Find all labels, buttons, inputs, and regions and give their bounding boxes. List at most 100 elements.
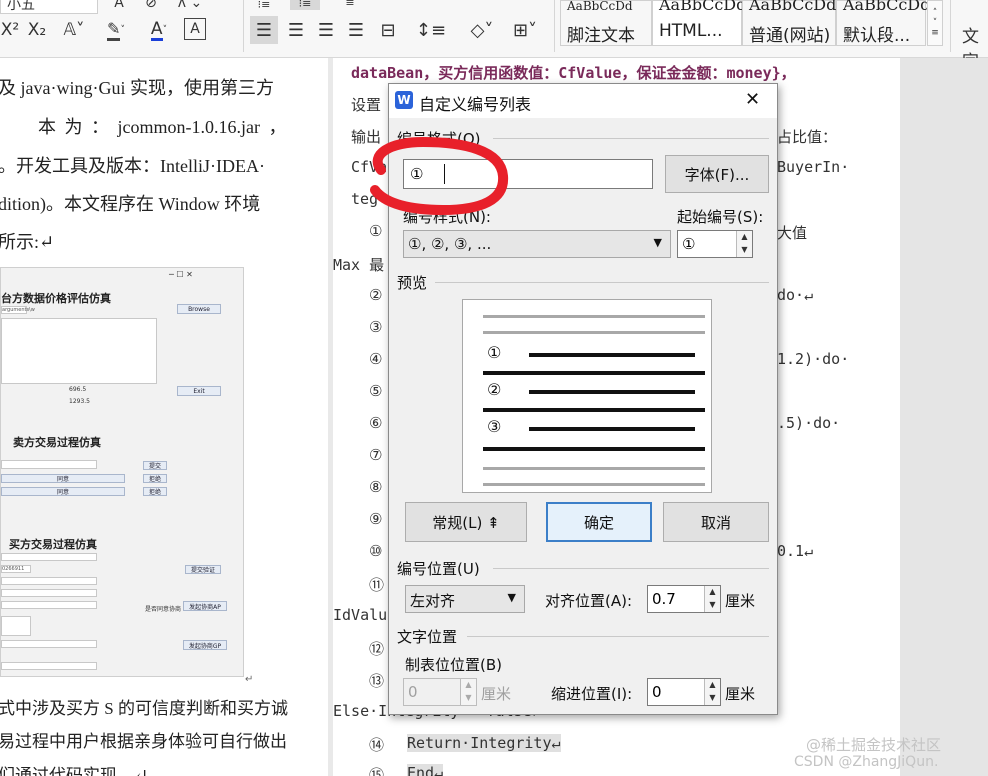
shrink-font-icon[interactable]: ʌ ⌄ bbox=[170, 0, 210, 12]
text-cursor bbox=[444, 164, 445, 184]
embedded-label: 是否同意协商 bbox=[145, 606, 182, 613]
tab-stop-spinner[interactable]: 0 ▲ ▼ bbox=[403, 678, 477, 706]
start-at-spinner[interactable]: ① ▲ ▼ bbox=[677, 230, 753, 258]
code-fragment: BuyerIn· bbox=[777, 158, 850, 176]
subscript-label: X₂ bbox=[27, 20, 47, 40]
highlight-icon: ✎ bbox=[107, 19, 121, 41]
group-divider bbox=[435, 282, 769, 283]
text-effect-button[interactable]: 𝔸˅ bbox=[56, 18, 92, 42]
embedded-field bbox=[1, 662, 97, 670]
dialog-title: 自定义编号列表 bbox=[419, 95, 532, 114]
line-spacing-icon[interactable]: ↕≡ bbox=[414, 16, 448, 44]
embedded-field bbox=[1, 553, 97, 561]
code-line: teg bbox=[351, 190, 379, 208]
page-background bbox=[900, 58, 988, 776]
distribute-icon[interactable]: ⊟ bbox=[374, 16, 402, 44]
chevron-down-icon: ▼ bbox=[653, 236, 662, 249]
code-line: Return·Integrity↵ bbox=[407, 734, 561, 752]
normal-button[interactable]: 常规(L) ⇞ bbox=[405, 502, 527, 542]
embedded-title-3: 买方交易过程仿真 bbox=[9, 538, 97, 551]
group-divider bbox=[467, 636, 769, 637]
superscript-button[interactable]: X² bbox=[0, 18, 20, 42]
embedded-agree-bar: 同意 bbox=[1, 474, 125, 483]
spinner-arrows-icon[interactable]: ▲ ▼ bbox=[704, 679, 720, 705]
doc-line: 及 java·wing·Gui 实现，使用第三方 bbox=[0, 78, 274, 98]
style-preview: AaBbCcDd bbox=[749, 0, 837, 14]
start-at-label: 起始编号(S): bbox=[677, 208, 764, 226]
preview-line bbox=[483, 315, 705, 318]
preview-line bbox=[483, 331, 705, 334]
clear-format-icon[interactable]: ⊘ bbox=[140, 0, 162, 12]
font-size-select[interactable]: 小五 bbox=[0, 0, 98, 14]
list-number: ⑦ bbox=[369, 446, 383, 464]
preview-line bbox=[483, 371, 705, 375]
indent-label: 缩进位置(I): bbox=[551, 685, 633, 703]
style-footnote[interactable]: AaBbCcDd 脚注文本 bbox=[560, 0, 652, 46]
style-preview: AaBbCcDd bbox=[567, 0, 633, 13]
number-format-value: ① bbox=[410, 165, 424, 183]
list-number: ⑩ bbox=[369, 542, 383, 560]
code-line: End↵ bbox=[407, 764, 444, 776]
numbering-icon[interactable]: ⁝≡ bbox=[290, 0, 320, 10]
group-divider bbox=[493, 138, 769, 139]
doc-line: 本 为 ： jcommon-1.0.16.jar ， bbox=[38, 117, 287, 137]
justify-icon[interactable]: ☰ bbox=[344, 16, 368, 44]
alignment-select[interactable]: 左对齐 ▼ bbox=[405, 585, 525, 613]
subscript-button[interactable]: X₂ bbox=[24, 18, 50, 42]
style-preview: AaBbCcDd bbox=[659, 0, 747, 14]
tab-unit-label: 厘米 bbox=[481, 685, 512, 703]
outline-icon[interactable]: ≡ bbox=[338, 0, 362, 9]
spinner-arrows-icon[interactable]: ▲ ▼ bbox=[736, 231, 752, 257]
document-page-left[interactable]: 及 java·wing·Gui 实现，使用第三方 本 为 ： jcommon-1… bbox=[0, 58, 328, 776]
style-gallery-scroll[interactable]: ˄ ˅ ≡ bbox=[927, 0, 943, 46]
doc-line: 们通过代码实现。↵ bbox=[0, 766, 149, 776]
code-line: 设置 bbox=[351, 96, 382, 114]
dialog-titlebar[interactable]: W 自定义编号列表 ✕ bbox=[389, 84, 777, 118]
code-fragment: 大值 bbox=[777, 224, 808, 242]
borders-icon[interactable]: ⊞˅ bbox=[508, 16, 542, 44]
spinner-arrows-icon[interactable]: ▲ ▼ bbox=[704, 586, 720, 612]
embedded-submit-button: 提交 bbox=[143, 461, 167, 470]
indent-value: 0 bbox=[652, 683, 662, 701]
close-icon[interactable]: ✕ bbox=[745, 89, 760, 110]
shading-icon[interactable]: ◇˅ bbox=[464, 16, 500, 44]
ribbon-toolbar: 小五 A ⊘ ʌ ⌄ X² X₂ 𝔸˅ ✎ ˅ A ˅ A ⁝≡ ⁝≡ ≡ ☰ ☰ … bbox=[0, 0, 988, 72]
highlight-button[interactable]: ✎ ˅ bbox=[98, 18, 134, 42]
ok-button[interactable]: 确定 bbox=[546, 502, 652, 542]
preview-line bbox=[483, 483, 705, 486]
style-html[interactable]: AaBbCcDd HTML... bbox=[652, 0, 746, 46]
ribbon-separator-2 bbox=[554, 0, 555, 52]
para-mark-icon: ↵ bbox=[245, 674, 254, 685]
doc-line: 。开发工具及版本：IntelliJ·IDEA· bbox=[0, 156, 265, 176]
char-border-icon[interactable]: A bbox=[184, 18, 206, 40]
code-fragment: 0.1↵ bbox=[777, 542, 814, 560]
spinner-arrows-icon[interactable]: ▲ ▼ bbox=[460, 679, 476, 705]
align-center-icon[interactable]: ☰ bbox=[284, 16, 308, 44]
align-right-icon[interactable]: ☰ bbox=[314, 16, 338, 44]
font-button[interactable]: 字体(F)... bbox=[665, 155, 769, 193]
embedded-value: 1293.5 bbox=[69, 398, 90, 405]
style-default-para[interactable]: AaBbCcDd 默认段... bbox=[836, 0, 930, 46]
number-format-input[interactable]: ① bbox=[403, 159, 653, 189]
embedded-textarea bbox=[1, 318, 157, 384]
doc-line: 式中涉及买方 S 的可信度判断和买方诚 bbox=[0, 699, 288, 718]
number-style-label: 编号样式(N): bbox=[403, 208, 491, 226]
text-effect-icon: 𝔸˅ bbox=[63, 20, 85, 40]
style-name: 脚注文本 bbox=[567, 26, 635, 46]
cancel-button[interactable]: 取消 bbox=[663, 502, 769, 542]
custom-numbering-dialog[interactable]: W 自定义编号列表 ✕ 编号格式(O) ① 字体(F)... 编号样式(N): … bbox=[388, 83, 778, 715]
embedded-app-screenshot: ─ ☐ ✕ 台方数据价格评估仿真 arguments\w Browse Exit… bbox=[0, 267, 253, 685]
align-at-spinner[interactable]: 0.7 ▲ ▼ bbox=[647, 585, 721, 613]
preview-number: ③ bbox=[487, 417, 502, 436]
indent-spinner[interactable]: 0 ▲ ▼ bbox=[647, 678, 721, 706]
preview-line bbox=[529, 390, 695, 394]
code-fragment: 占比值： bbox=[777, 128, 838, 146]
embedded-input: arguments\w bbox=[1, 306, 35, 314]
style-normal-web[interactable]: AaBbCcDd 普通(网站) bbox=[742, 0, 836, 46]
font-color-button[interactable]: A ˅ bbox=[142, 18, 176, 42]
number-format-label: 编号格式(O) bbox=[397, 130, 481, 148]
number-style-select[interactable]: ①, ②, ③, ... ▼ bbox=[403, 230, 671, 258]
bullets-icon[interactable]: ⁝≡ bbox=[252, 0, 276, 11]
align-left-icon[interactable]: ☰ bbox=[250, 16, 278, 44]
format-painter-icon[interactable]: A bbox=[108, 0, 130, 12]
